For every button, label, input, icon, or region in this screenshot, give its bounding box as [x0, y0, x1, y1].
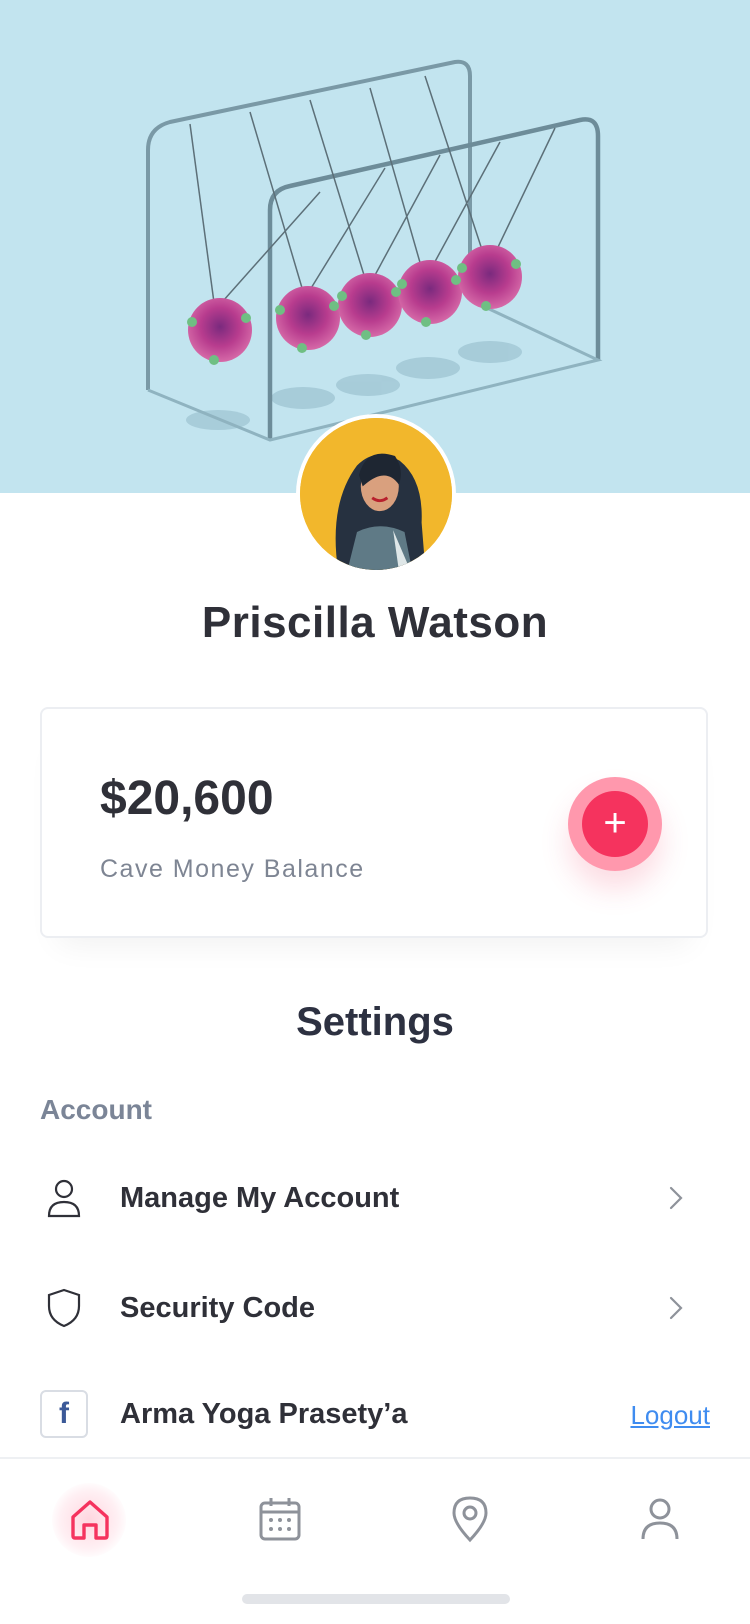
- add-money-button[interactable]: +: [568, 777, 662, 871]
- user-icon: [641, 1498, 679, 1540]
- facebook-icon: f: [40, 1384, 88, 1444]
- settings-title: Settings: [296, 1000, 454, 1044]
- profile-photo: [300, 418, 452, 570]
- plus-icon: +: [582, 791, 648, 857]
- logout-link[interactable]: Logout: [630, 1400, 710, 1431]
- nav-calendar[interactable]: [240, 1479, 320, 1559]
- home-icon: [71, 1500, 109, 1540]
- home-indicator: [242, 1594, 510, 1604]
- shield-icon: [40, 1278, 88, 1338]
- map-pin-icon: [452, 1496, 488, 1543]
- profile-name: Priscilla Watson: [201, 598, 549, 647]
- section-label-account: Account: [40, 1094, 152, 1125]
- balance-amount: $20,600: [100, 772, 274, 825]
- user-icon: [40, 1168, 88, 1228]
- connected-account-name: Arma Yoga Prasety’a: [120, 1398, 408, 1430]
- nav-home[interactable]: [50, 1479, 130, 1559]
- chevron-right-icon: [669, 1296, 683, 1320]
- settings-item-security-code[interactable]: Security Code: [40, 1278, 710, 1338]
- calendar-icon: [259, 1498, 301, 1541]
- settings-item-facebook: f Arma Yoga Prasety’a Logout: [40, 1384, 710, 1444]
- balance-card: $20,600 Cave Money Balance +: [40, 707, 708, 938]
- nav-profile[interactable]: [620, 1479, 700, 1559]
- settings-item-label: Security Code: [120, 1292, 315, 1324]
- balance-label: Cave Money Balance: [100, 855, 365, 883]
- settings-item-manage-account[interactable]: Manage My Account: [40, 1168, 710, 1228]
- nav-location[interactable]: [430, 1479, 510, 1559]
- settings-item-label: Manage My Account: [120, 1182, 400, 1214]
- avatar[interactable]: [296, 414, 456, 574]
- chevron-right-icon: [669, 1186, 683, 1210]
